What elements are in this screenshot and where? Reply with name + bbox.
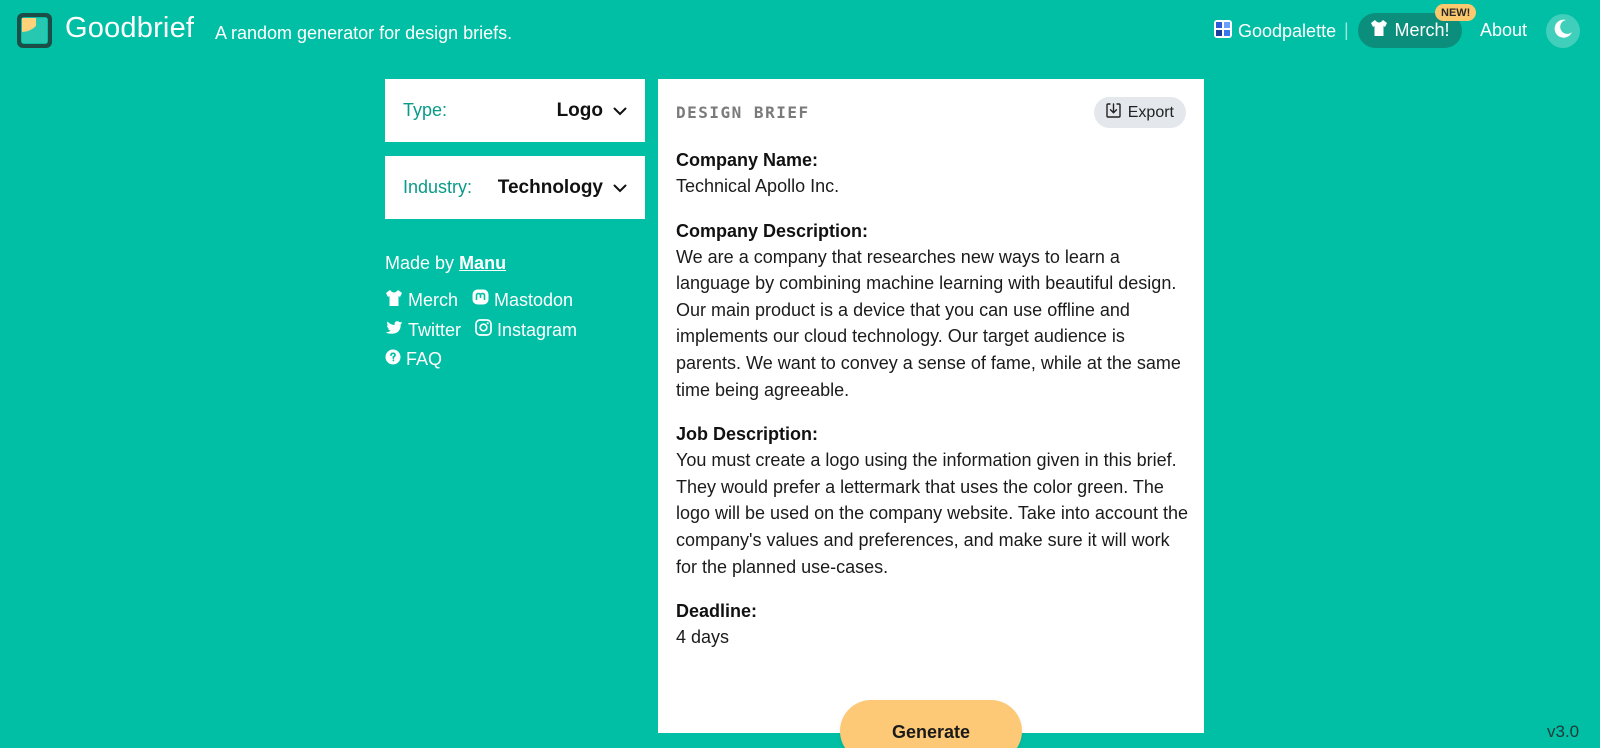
generate-button[interactable]: Generate xyxy=(840,700,1022,748)
section-text: We are a company that researches new way… xyxy=(676,246,1181,400)
instagram-icon xyxy=(475,319,492,341)
tagline: A random generator for design briefs. xyxy=(215,23,513,43)
section-text: 4 days xyxy=(676,627,730,648)
goodbrief-logo-icon[interactable] xyxy=(16,12,53,49)
company-name-section: Company Name: Technical Apollo Inc. xyxy=(676,147,1188,200)
deadline-section: Deadline: 4 days xyxy=(676,598,1188,651)
version-label: v3.0 xyxy=(1547,722,1580,741)
chevron-down-icon xyxy=(613,100,627,122)
mastodon-icon xyxy=(472,289,489,311)
section-text: You must create a logo using the informa… xyxy=(676,450,1188,577)
question-circle-icon xyxy=(385,349,401,370)
instagram-link-label: Instagram xyxy=(497,319,578,340)
mastodon-link-label: Mastodon xyxy=(494,289,574,310)
section-text: Technical Apollo Inc. xyxy=(676,176,840,196)
new-badge: NEW! xyxy=(1435,4,1477,21)
industry-value-wrap: Technology xyxy=(498,177,627,199)
theme-toggle-button[interactable] xyxy=(1546,14,1580,48)
brief-heading: DESIGN BRIEF xyxy=(676,103,810,122)
page: Goodbrief A random generator for design … xyxy=(0,0,1600,748)
twitter-link[interactable]: Twitter xyxy=(385,319,461,341)
brand-name[interactable]: Goodbrief xyxy=(65,12,194,45)
merch-link-label: Merch xyxy=(408,289,459,310)
merch-link[interactable]: Merch xyxy=(385,289,458,311)
social-row: Twitter Instagram xyxy=(385,319,577,341)
industry-select[interactable]: Industry: Technology xyxy=(385,156,645,219)
industry-value: Technology xyxy=(497,176,603,198)
type-select[interactable]: Type: Logo xyxy=(385,79,645,142)
job-description-section: Job Description: You must create a logo … xyxy=(676,421,1188,580)
design-brief-card: DESIGN BRIEF Export Company Name: Techni… xyxy=(658,79,1204,733)
export-label: Export xyxy=(1127,103,1174,121)
mastodon-link[interactable]: Mastodon xyxy=(472,289,573,311)
author-link[interactable]: Manu xyxy=(459,253,506,273)
brief-body: Company Name: Technical Apollo Inc. Comp… xyxy=(676,147,1188,669)
chevron-down-icon xyxy=(613,177,627,199)
faq-link-label: FAQ xyxy=(406,349,443,369)
type-value: Logo xyxy=(556,99,603,121)
export-button[interactable]: Export xyxy=(1093,97,1186,128)
section-title: Deadline: xyxy=(676,601,758,622)
industry-label: Industry: xyxy=(403,177,473,197)
download-icon xyxy=(1106,102,1121,123)
moon-icon xyxy=(1553,19,1573,44)
section-title: Company Description: xyxy=(676,220,869,241)
made-by: Made by Manu xyxy=(385,253,506,274)
nav-separator: | xyxy=(1344,20,1349,40)
goodpalette-link[interactable]: Goodpalette xyxy=(1214,19,1336,43)
type-label: Type: xyxy=(403,100,448,120)
tshirt-icon xyxy=(385,289,403,311)
instagram-link[interactable]: Instagram xyxy=(475,319,577,341)
company-description-section: Company Description: We are a company th… xyxy=(676,218,1188,404)
palette-icon xyxy=(1214,19,1232,43)
section-title: Company Name: xyxy=(676,150,819,170)
social-row: Merch Mastodon xyxy=(385,289,573,311)
goodpalette-label: Goodpalette xyxy=(1238,20,1337,41)
about-link[interactable]: About xyxy=(1480,20,1527,41)
faq-link[interactable]: FAQ xyxy=(385,349,442,370)
type-value-wrap: Logo xyxy=(557,100,627,122)
social-row: FAQ xyxy=(385,349,442,370)
made-by-prefix: Made by xyxy=(385,253,455,273)
twitter-icon xyxy=(385,320,403,341)
section-title: Job Description: xyxy=(676,424,819,445)
merch-label: Merch! xyxy=(1394,20,1450,40)
tshirt-icon xyxy=(1370,20,1388,41)
twitter-link-label: Twitter xyxy=(408,319,462,340)
